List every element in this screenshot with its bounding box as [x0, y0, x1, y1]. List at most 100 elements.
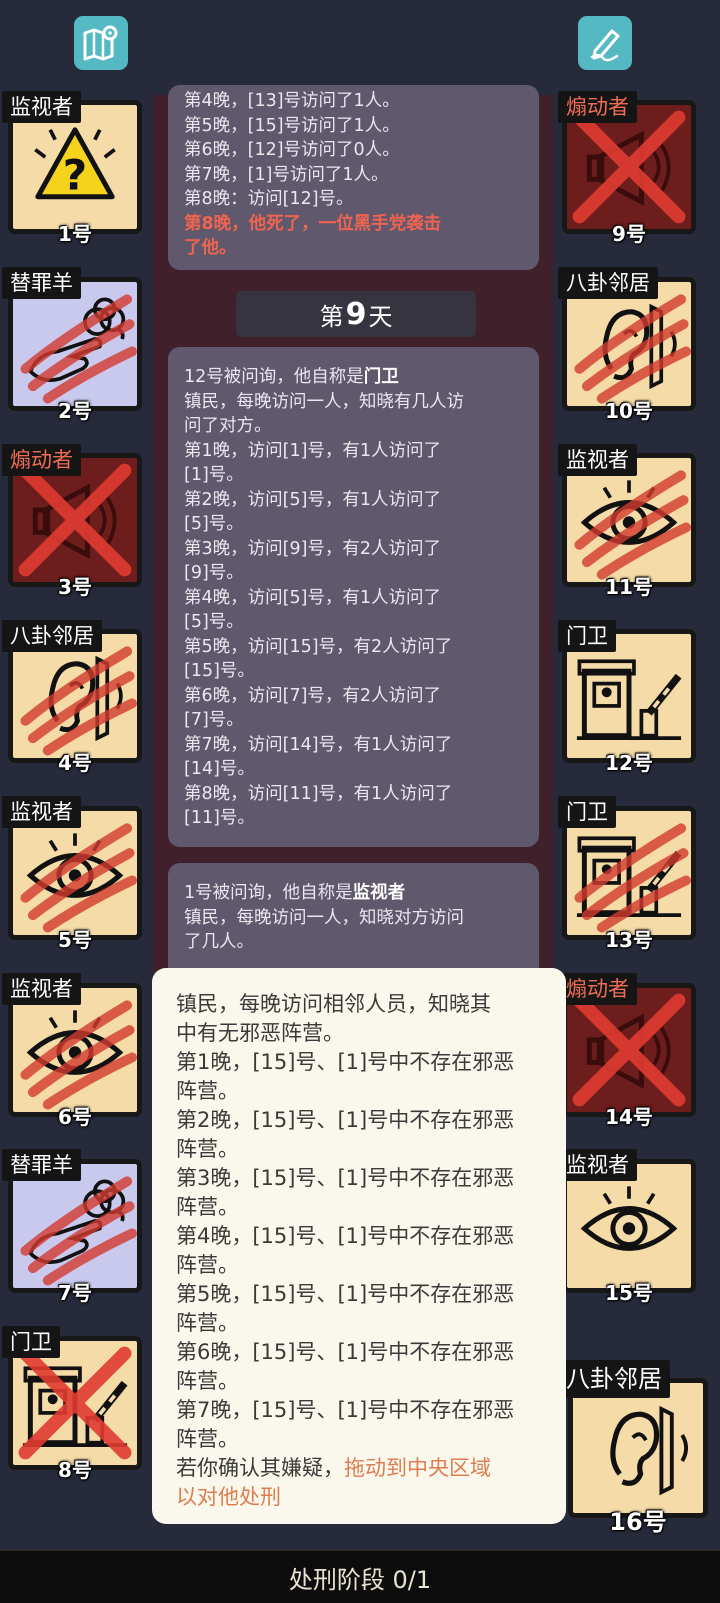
log-message-1: 第4晚，[13]号访问了1人。 第5晚，[15]号访问了1人。 第6晚，[12]… — [168, 85, 539, 270]
player-role-label: 煽动者 — [558, 91, 637, 123]
player-role-label: 门卫 — [558, 796, 616, 828]
log-line: 镇民，每晚访问一人，知晓对方访问 — [184, 907, 464, 928]
log-line: [11]号。 — [184, 808, 255, 828]
player-number: 10号 — [605, 399, 653, 423]
player-role-label: 监视者 — [558, 1149, 637, 1181]
log-line: 镇民，每晚访问一人，知晓有几人访 — [184, 391, 464, 412]
pencil-note-icon — [590, 29, 620, 62]
eye-icon — [574, 470, 691, 580]
player-role-label: 八卦邻居 — [558, 1360, 670, 1398]
chat-log-panel[interactable]: 第4晚，[13]号访问了1人。 第5晚，[15]号访问了1人。 第6晚，[12]… — [153, 85, 553, 1003]
player-number: 14号 — [605, 1105, 653, 1129]
log-line: 第8晚：访问[12]号。 — [184, 189, 354, 209]
role-info-tooltip: 镇民，每晚访问相邻人员，知晓其 中有无邪恶阵营。第1晚，[15]号、[1]号中不存… — [152, 968, 566, 1524]
ear-icon — [20, 646, 137, 756]
log-line: 第7晚，访问[14]号，有1人访问了 — [184, 734, 453, 755]
eye-icon — [20, 823, 137, 933]
megaphone-icon — [18, 463, 132, 577]
tooltip-line: 阵营。 — [176, 1253, 239, 1277]
tooltip-line: 第7晚，[15]号、[1]号中不存在邪恶 — [176, 1398, 515, 1422]
map-button[interactable] — [74, 16, 128, 70]
player-number: 6号 — [58, 1105, 92, 1129]
notes-button[interactable] — [578, 16, 632, 70]
log-line: [9]号。 — [184, 563, 244, 583]
player-role-label: 监视者 — [2, 973, 81, 1005]
log-line: 第7晚，[1]号访问了1人。 — [184, 164, 389, 185]
player-role-label: 监视者 — [2, 796, 81, 828]
player-number: 2号 — [58, 399, 92, 423]
tooltip-line: 阵营。 — [176, 1427, 239, 1451]
tooltip-hint-action: 以对他处刑 — [176, 1485, 281, 1509]
player-number: 1号 — [58, 222, 92, 246]
player-number: 13号 — [605, 928, 653, 952]
player-number: 16号 — [609, 1508, 667, 1536]
player-role-label: 煽动者 — [558, 973, 637, 1005]
log-line: 第5晚，访问[15]号，有2人访问了 — [184, 636, 453, 657]
log-line: 问了对方。 — [184, 416, 272, 436]
death-notice: 第8晚，他死了，一位黑手党袭击 — [184, 213, 442, 234]
tooltip-line: 第4晚，[15]号、[1]号中不存在邪恶 — [176, 1224, 515, 1248]
tooltip-line: 阵营。 — [176, 1311, 239, 1335]
execution-phase-label: 处刑阶段 0/1 — [288, 1565, 432, 1594]
player-number: 3号 — [58, 575, 92, 599]
log-line: 第6晚，访问[7]号，有2人访问了 — [184, 685, 442, 706]
player-number: 8号 — [58, 1458, 92, 1482]
day-banner: 第9天 — [236, 291, 476, 337]
tooltip-line: 阵营。 — [176, 1195, 239, 1219]
log-line: 了几人。 — [184, 932, 254, 952]
player-role-label: 门卫 — [558, 620, 616, 652]
player-role-label: 八卦邻居 — [558, 267, 658, 299]
death-notice: 了他。 — [184, 238, 237, 258]
megaphone-icon — [572, 110, 686, 224]
log-line: 第3晚，访问[9]号，有2人访问了 — [184, 538, 442, 559]
player-number: 15号 — [605, 1281, 653, 1305]
log-line: [5]号。 — [184, 612, 244, 632]
player-role-label: 煽动者 — [2, 444, 81, 476]
player-role-label: 监视者 — [558, 444, 637, 476]
tooltip-line: 第2晚，[15]号、[1]号中不存在邪恶 — [176, 1108, 515, 1132]
guard-booth-icon — [576, 659, 682, 741]
tooltip-line: 阵营。 — [176, 1079, 239, 1103]
player-number: 12号 — [605, 751, 653, 775]
player-number: 11号 — [605, 575, 653, 599]
eye-icon — [580, 1186, 678, 1251]
log-line: [5]号。 — [184, 514, 244, 534]
tooltip-line: 第5晚，[15]号、[1]号中不存在邪恶 — [176, 1282, 515, 1306]
log-line: 第2晚，访问[5]号，有1人访问了 — [184, 489, 442, 510]
pointing-hand-sheep-icon — [20, 294, 137, 404]
player-number: 9号 — [612, 222, 646, 246]
player-role-label: 八卦邻居 — [2, 620, 102, 652]
pointing-hand-sheep-icon — [20, 1176, 137, 1286]
tooltip-line: 阵营。 — [176, 1369, 239, 1393]
player-number: 4号 — [58, 751, 92, 775]
player-card-16[interactable] — [568, 1378, 708, 1518]
log-line: 第6晚，[12]号访问了0人。 — [184, 140, 400, 160]
guard-booth-icon — [574, 823, 691, 933]
player-role-label: 替罪羊 — [2, 267, 81, 299]
eye-icon — [20, 1000, 137, 1110]
tooltip-line: 中有无邪恶阵营。 — [176, 1021, 344, 1045]
log-line: [15]号。 — [184, 661, 255, 681]
megaphone-icon — [572, 993, 686, 1107]
guard-booth-icon — [18, 1346, 132, 1460]
warning-question-icon: ? — [34, 127, 116, 199]
log-message-2: 12号被问询，他自称是门卫 镇民，每晚访问一人，知晓有几人访 问了对方。第1晚，访… — [168, 347, 539, 847]
interrogation-header: 1号被问询，他自称是监视者 — [184, 883, 406, 903]
svg-text:?: ? — [63, 150, 87, 199]
log-line: [7]号。 — [184, 710, 244, 730]
log-line: [14]号。 — [184, 759, 255, 779]
tooltip-line: 阵营。 — [176, 1137, 239, 1161]
player-role-label: 替罪羊 — [2, 1149, 81, 1181]
tooltip-line: 镇民，每晚访问相邻人员，知晓其 — [176, 992, 491, 1016]
tooltip-line: 第1晚，[15]号、[1]号中不存在邪恶 — [176, 1050, 515, 1074]
interrogation-header: 12号被问询，他自称是门卫 — [184, 367, 399, 387]
map-icon — [83, 25, 118, 61]
player-number: 7号 — [58, 1281, 92, 1305]
tooltip-line: 第3晚，[15]号、[1]号中不存在邪恶 — [176, 1166, 515, 1190]
execution-phase-bar: 处刑阶段 0/1 — [0, 1549, 720, 1603]
log-line: 第1晚，访问[1]号，有1人访问了 — [184, 440, 442, 461]
log-line: 第5晚，[15]号访问了1人。 — [184, 115, 400, 136]
log-line: 第4晚，[13]号访问了1人。 — [184, 91, 400, 111]
player-number: 5号 — [58, 928, 92, 952]
tooltip-hint: 若你确认其嫌疑，拖动到中央区域 — [176, 1456, 491, 1480]
